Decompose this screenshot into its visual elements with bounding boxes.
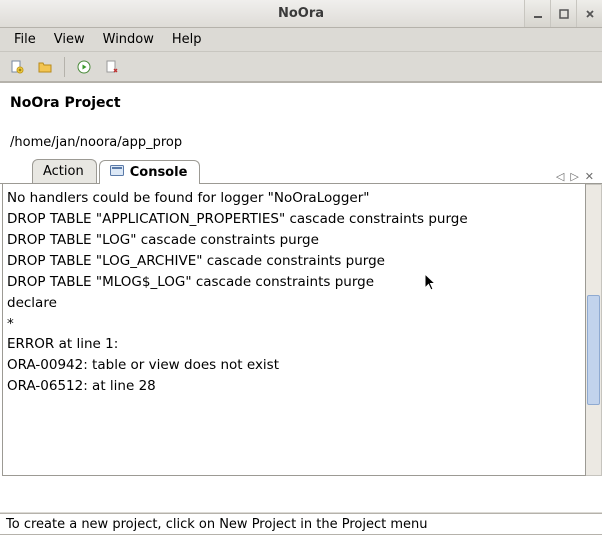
- menu-file[interactable]: File: [6, 30, 44, 49]
- new-file-button[interactable]: [6, 56, 28, 78]
- window-title: NoOra: [0, 6, 602, 21]
- titlebar: NoOra: [0, 0, 602, 28]
- tab-prev-icon[interactable]: ◁: [556, 170, 564, 183]
- menu-help[interactable]: Help: [164, 30, 210, 49]
- clear-button[interactable]: [101, 56, 123, 78]
- run-button[interactable]: [73, 56, 95, 78]
- open-folder-button[interactable]: [34, 56, 56, 78]
- statusbar-text: To create a new project, click on New Pr…: [6, 517, 428, 532]
- toolbar: [0, 52, 602, 82]
- menu-window[interactable]: Window: [95, 30, 162, 49]
- console-output: No handlers could be found for logger "N…: [2, 184, 586, 476]
- tab-close-icon[interactable]: ✕: [585, 170, 594, 183]
- toolbar-separator: [64, 57, 65, 77]
- menubar: File View Window Help: [0, 28, 602, 52]
- console-panel: No handlers could be found for logger "N…: [0, 184, 602, 476]
- vertical-scrollbar[interactable]: [586, 184, 602, 476]
- tabbar: Action Console ◁ ▷ ✕: [0, 158, 602, 184]
- menu-view[interactable]: View: [46, 30, 93, 49]
- scrollbar-thumb[interactable]: [587, 295, 600, 405]
- tab-next-icon[interactable]: ▷: [570, 170, 578, 183]
- maximize-button[interactable]: [550, 0, 576, 27]
- tab-console[interactable]: Console: [99, 160, 201, 184]
- project-path: /home/jan/noora/app_prop: [0, 115, 602, 158]
- tab-action-label: Action: [43, 164, 84, 179]
- tab-nav: ◁ ▷ ✕: [556, 170, 602, 183]
- close-button[interactable]: [576, 0, 602, 27]
- project-heading: NoOra Project: [0, 83, 602, 115]
- console-icon: [110, 165, 124, 181]
- window-controls: [524, 0, 602, 27]
- tab-console-label: Console: [130, 165, 188, 180]
- content-area: NoOra Project /home/jan/noora/app_prop A…: [0, 82, 602, 512]
- tab-action[interactable]: Action: [32, 159, 97, 183]
- minimize-button[interactable]: [524, 0, 550, 27]
- statusbar: To create a new project, click on New Pr…: [0, 513, 602, 535]
